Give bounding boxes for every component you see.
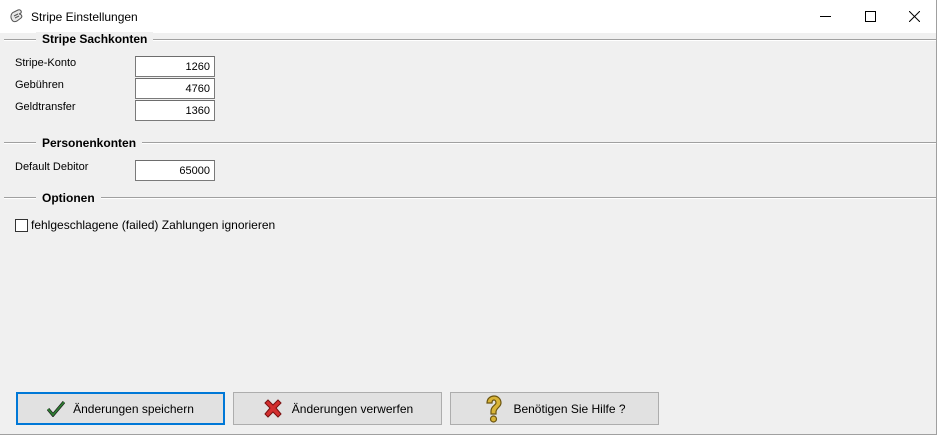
settings-window: Stripe Einstellungen Stripe Sachkonten S… [0,0,937,435]
geldtransfer-input[interactable] [135,100,215,121]
ignore-failed-option[interactable]: fehlgeschlagene (failed) Zahlungen ignor… [15,218,275,232]
save-changes-button[interactable]: Änderungen speichern [16,392,225,425]
close-icon [908,11,920,22]
geldtransfer-label: Geldtransfer [15,101,76,113]
window-title: Stripe Einstellungen [31,10,138,24]
save-changes-label: Änderungen speichern [73,401,194,416]
close-button[interactable] [891,0,937,33]
stripe-app-icon [9,8,26,24]
default-debitor-label: Default Debitor [15,161,89,173]
default-debitor-input[interactable] [135,160,215,181]
personenkonten-title: Personenkonten [36,136,143,150]
discard-changes-label: Änderungen verwerfen [291,401,414,416]
discard-changes-button[interactable]: Änderungen verwerfen [233,392,442,425]
help-button[interactable]: Benötigen Sie Hilfe ? [450,392,659,425]
sachkonten-title: Stripe Sachkonten [36,32,154,46]
personenkonten-divider [4,142,936,144]
maximize-icon [864,11,876,22]
minimize-icon [819,16,831,17]
checkmark-icon [47,400,66,417]
question-mark-icon [483,394,505,423]
minimize-button[interactable] [802,0,848,33]
optionen-divider [4,197,936,199]
maximize-button[interactable] [847,0,893,33]
help-label: Benötigen Sie Hilfe ? [513,401,626,416]
stripe-konto-label: Stripe-Konto [15,57,77,69]
optionen-title: Optionen [36,191,101,205]
ignore-failed-checkbox[interactable] [15,218,28,232]
ignore-failed-label[interactable]: fehlgeschlagene (failed) Zahlungen ignor… [31,218,275,232]
gebuehren-input[interactable] [135,78,215,99]
gebuehren-label: Gebühren [15,79,64,91]
title-bar[interactable]: Stripe Einstellungen [0,0,936,33]
red-x-icon [262,398,284,420]
stripe-konto-input[interactable] [135,56,215,77]
